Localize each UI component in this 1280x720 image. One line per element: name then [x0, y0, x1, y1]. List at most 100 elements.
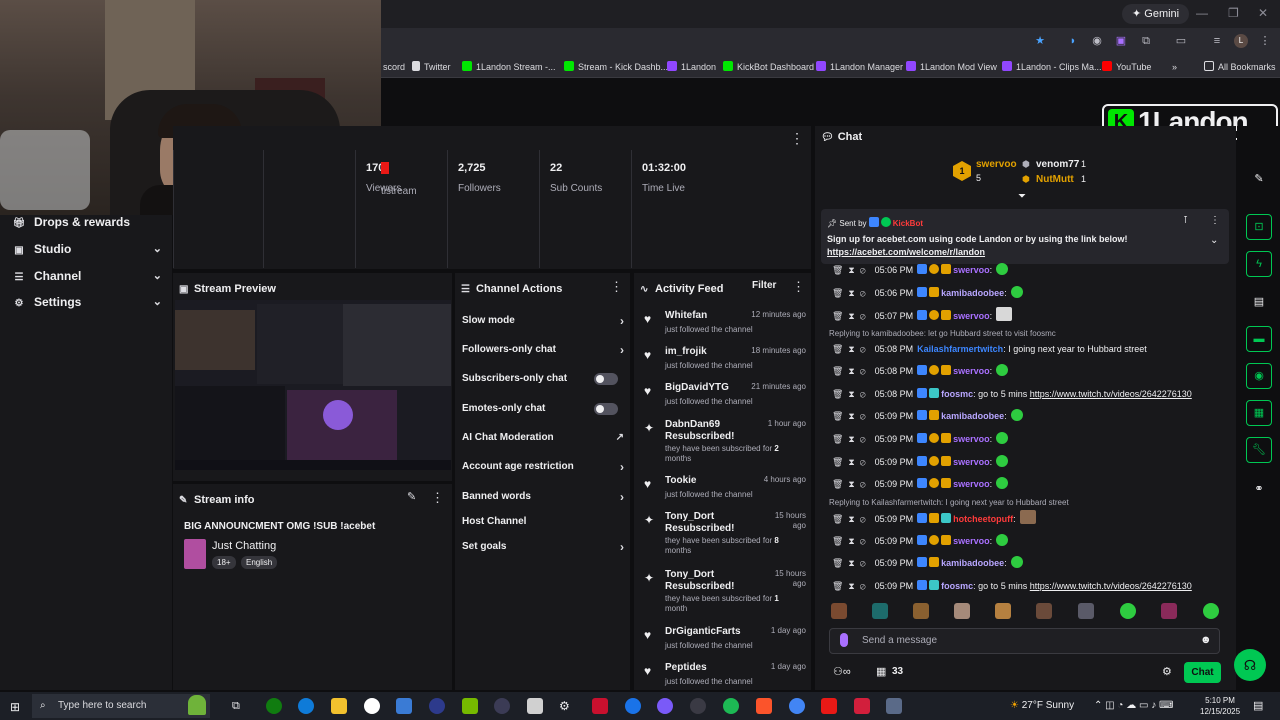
obs-icon[interactable] — [364, 698, 380, 714]
edit-icon[interactable]: ✎ — [407, 490, 416, 503]
emote-button[interactable] — [1078, 603, 1094, 619]
app-icon[interactable] — [592, 698, 608, 714]
xbox-icon[interactable] — [266, 698, 282, 714]
bookmark-item[interactable]: scord — [383, 56, 405, 78]
chat-bubble-icon[interactable]: ▬ — [1246, 326, 1272, 352]
pinned-link[interactable]: https://acebet.com/welcome/r/landon — [827, 247, 985, 257]
media-icon[interactable]: ≡ — [1210, 34, 1224, 48]
sidebar-item-channel[interactable]: ☰ Channel ⌄ — [12, 266, 162, 286]
chrome-profile-icon[interactable] — [625, 698, 641, 714]
media-player-icon[interactable] — [494, 698, 510, 714]
sidebar-item-drops[interactable]: 🎁︎ Drops & rewards — [12, 212, 162, 232]
emoji-icon[interactable]: ☻ — [1200, 634, 1212, 646]
slow-mode-row[interactable]: Slow mode › — [462, 311, 624, 331]
bookmark-item[interactable]: 1Landon - Clips Ma... — [1002, 56, 1102, 78]
edge-icon[interactable] — [298, 698, 314, 714]
leader-name[interactable]: venom77 — [1036, 159, 1079, 170]
host-channel-row[interactable]: Host Channel — [462, 512, 624, 532]
ai-moderation-row[interactable]: AI Chat Moderation ↗ — [462, 428, 624, 448]
emote-button[interactable] — [831, 603, 847, 619]
notifications-icon[interactable]: ▤ — [1253, 699, 1263, 712]
twitch-extension-icon[interactable]: ▣ — [1114, 34, 1128, 48]
sidebar-item-settings[interactable]: ⚙ Settings ⌄ — [12, 292, 162, 312]
chat-link[interactable]: https://www.twitch.tv/videos/2642276130 — [1030, 581, 1192, 591]
clock[interactable]: 5:10 PM 12/15/2025 — [1200, 695, 1240, 717]
pencil-icon[interactable]: ✎ — [1251, 171, 1267, 187]
puzzle-icon[interactable]: ⧉ — [1139, 34, 1153, 48]
more-bookmarks-icon[interactable]: » — [1172, 56, 1177, 78]
pin-icon[interactable]: ⊺ — [1183, 215, 1188, 226]
set-goals-row[interactable]: Set goals › — [462, 537, 624, 557]
chrome-icon[interactable] — [789, 698, 805, 714]
bookmark-item[interactable]: Stream - Kick Dashb... — [564, 56, 668, 78]
filter-button[interactable]: Filter — [752, 280, 776, 291]
gemini-button[interactable]: ✦ Gemini — [1122, 4, 1190, 24]
support-icon[interactable]: ☊ — [1234, 649, 1266, 681]
chat-link[interactable]: https://www.twitch.tv/videos/2642276130 — [1030, 389, 1192, 399]
store-icon[interactable] — [396, 698, 412, 714]
category-name[interactable]: Just Chatting — [212, 540, 276, 552]
share-icon[interactable]: ⚭ — [1251, 481, 1267, 497]
wrench-icon[interactable]: 🔧︎ — [1246, 437, 1272, 463]
category-thumbnail[interactable] — [184, 539, 206, 569]
app-icon[interactable] — [690, 698, 706, 714]
avatar[interactable]: L — [1234, 34, 1248, 48]
more-options-icon[interactable]: ⋮ — [790, 130, 804, 147]
capture-icon[interactable]: ⊡ — [1246, 214, 1272, 240]
cast-icon[interactable]: ▭ — [1174, 34, 1188, 48]
chat-input[interactable]: Send a message — [829, 628, 1220, 654]
sidebar-item-studio[interactable]: ▣ Studio ⌄ — [12, 239, 162, 259]
emote-button[interactable] — [1161, 603, 1177, 619]
expand-leaderboard-icon[interactable]: ⏷ — [1018, 191, 1026, 202]
more-options-icon[interactable]: ⋮ — [610, 279, 623, 295]
more-options-icon[interactable]: ⋮ — [1210, 215, 1220, 226]
extension-icon[interactable]: ◗ — [1066, 34, 1080, 48]
extension-icon[interactable]: ◉ — [1090, 34, 1104, 48]
account-age-row[interactable]: Account age restriction › — [462, 457, 624, 477]
leader-name[interactable]: NutMutt — [1036, 174, 1074, 185]
nvidia-icon[interactable] — [462, 698, 478, 714]
bookmark-star-icon[interactable]: ★ — [1033, 34, 1047, 48]
microphone-icon[interactable] — [840, 633, 848, 647]
windows-start-icon[interactable]: ⊞ — [10, 700, 20, 714]
emote-button[interactable] — [954, 603, 970, 619]
emote-button[interactable] — [995, 603, 1011, 619]
close-icon[interactable]: ✕ — [1258, 6, 1268, 20]
bookmark-item[interactable]: KickBot Dashboard — [723, 56, 814, 78]
broadcast-icon[interactable]: ◉ — [1246, 363, 1272, 389]
more-options-icon[interactable]: ⋮ — [792, 279, 805, 295]
app-icon[interactable] — [886, 698, 902, 714]
bookmark-item[interactable]: Twitter — [412, 56, 451, 78]
emote-button[interactable] — [1120, 603, 1136, 619]
more-options-icon[interactable]: ⋮ — [431, 490, 444, 506]
bookmark-item[interactable]: 1Landon Stream -... — [462, 56, 556, 78]
minimize-icon[interactable]: — — [1196, 6, 1208, 20]
lightning-icon[interactable]: ϟ — [1246, 251, 1272, 277]
bookmark-item[interactable]: 1Landon Manager — [816, 56, 903, 78]
settings-icon[interactable]: ⚙ — [559, 698, 575, 714]
send-chat-button[interactable]: Chat — [1184, 662, 1221, 683]
browser-menu-icon[interactable]: ⋮ — [1258, 34, 1272, 48]
bookmark-item[interactable]: 1Landon — [667, 56, 716, 78]
spotify-icon[interactable] — [723, 698, 739, 714]
emote-button[interactable] — [1036, 603, 1052, 619]
app-icon[interactable] — [821, 698, 837, 714]
app-icon[interactable] — [854, 698, 870, 714]
emote-button[interactable] — [913, 603, 929, 619]
discord-icon[interactable] — [657, 698, 673, 714]
leader-name[interactable]: swervoo — [976, 159, 1017, 170]
users-infinity-icon[interactable]: ⚇∞ — [833, 665, 851, 678]
taskbar-search[interactable]: Type here to search — [32, 694, 210, 718]
calculator-icon[interactable] — [527, 698, 543, 714]
emote-button[interactable] — [1203, 603, 1219, 619]
chevron-down-icon[interactable]: ⌄ — [1210, 235, 1218, 246]
bookmark-item[interactable]: YouTube — [1102, 56, 1151, 78]
tray-icons[interactable]: ⌃ ◫ ◔ ☁ ▭ ♪ ⌨ — [1094, 700, 1173, 711]
document-icon[interactable]: ▤ — [1251, 294, 1267, 310]
emote-button[interactable] — [872, 603, 888, 619]
maximize-icon[interactable]: ❐ — [1228, 6, 1239, 20]
followers-only-row[interactable]: Followers-only chat › — [462, 340, 624, 360]
gear-icon[interactable]: ⚙ — [1162, 665, 1172, 678]
app-icon[interactable] — [429, 698, 445, 714]
list-icon[interactable]: ▦ — [1246, 400, 1272, 426]
